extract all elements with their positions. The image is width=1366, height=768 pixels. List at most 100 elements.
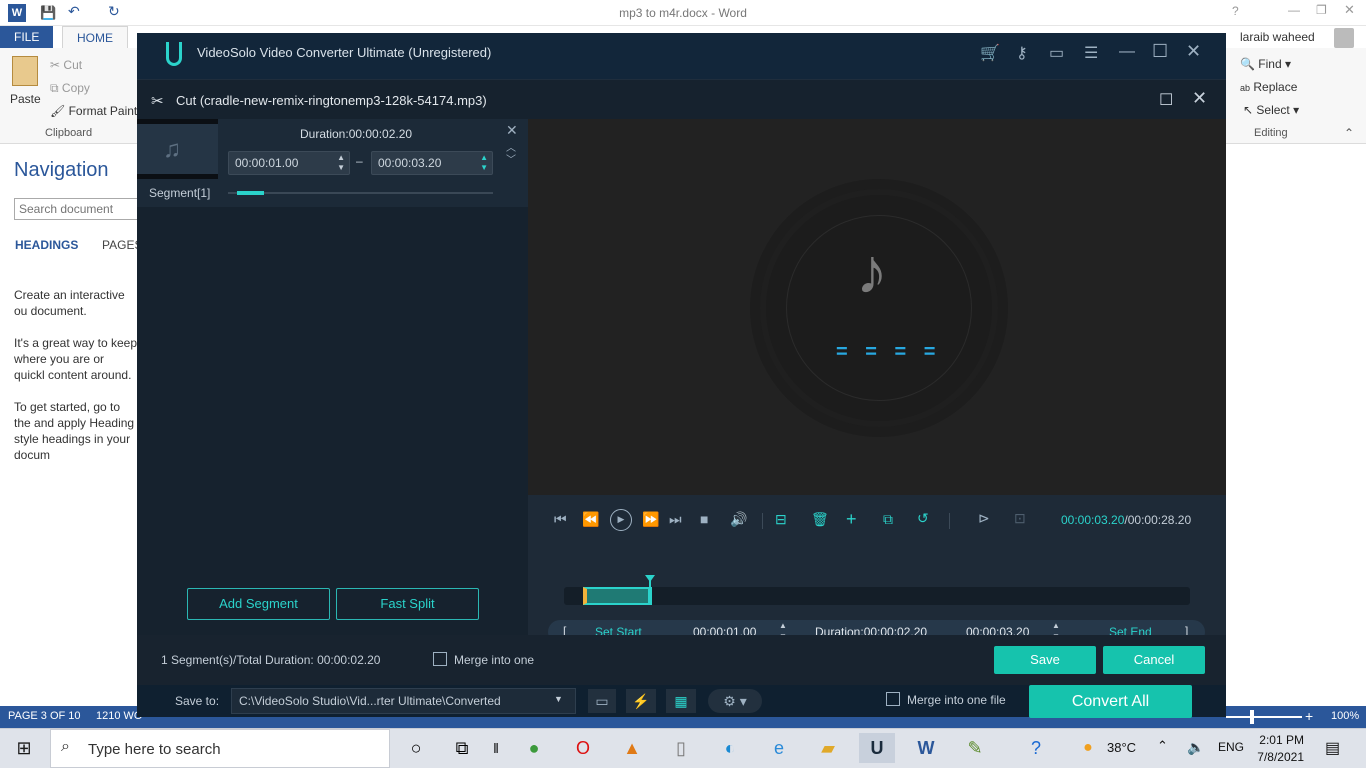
merge-checkbox[interactable]: [433, 652, 447, 666]
segment-item[interactable]: ♫ Segment[1] Duration:00:00:02.20 ✕ ︿ ﹀ …: [137, 119, 528, 207]
word-minimize-icon[interactable]: —: [1288, 3, 1300, 17]
move-down-icon[interactable]: ﹀: [506, 151, 516, 166]
format-painter-button[interactable]: 🖌 Format Paint: [50, 104, 137, 118]
dialog-close-icon[interactable]: ✕: [1192, 88, 1207, 109]
edge-icon[interactable]: ◐: [712, 733, 748, 763]
timeline-track[interactable]: [564, 575, 1190, 605]
word-close-icon[interactable]: ✕: [1344, 2, 1355, 18]
segment-progress-track: [228, 191, 493, 195]
playhead[interactable]: [644, 575, 655, 603]
volume-icon[interactable]: 🔊: [730, 511, 747, 528]
search-document-input[interactable]: [14, 198, 144, 220]
temperature[interactable]: 38°C: [1107, 740, 1136, 755]
decrement-icon[interactable]: ▼: [337, 157, 345, 179]
play-icon[interactable]: ▶: [610, 509, 632, 531]
fast-forward-icon[interactable]: ⏩: [642, 511, 659, 528]
key-icon[interactable]: ⚷: [1016, 43, 1028, 63]
app-green-icon[interactable]: ●: [516, 733, 552, 763]
menu-icon[interactable]: ☰: [1084, 43, 1098, 63]
close-icon[interactable]: ✕: [1186, 41, 1201, 62]
fast-split-button[interactable]: Fast Split: [336, 588, 479, 620]
word-taskbar-icon[interactable]: W: [908, 733, 944, 763]
ie-icon[interactable]: e: [761, 733, 797, 763]
zoom-slider[interactable]: [1226, 716, 1302, 718]
word-count[interactable]: 1210 WO: [96, 710, 142, 722]
zoom-level[interactable]: 100%: [1331, 710, 1359, 722]
cortana-icon[interactable]: ○: [398, 733, 434, 763]
decrement-icon[interactable]: ▼: [480, 157, 488, 179]
copy-icon[interactable]: ⧉: [883, 511, 893, 528]
hardware-acceleration-on-icon[interactable]: ▦: [666, 689, 696, 713]
skip-end-icon[interactable]: ⏭: [669, 511, 682, 528]
zoom-slider-thumb[interactable]: [1250, 710, 1254, 724]
clock-date[interactable]: 7/8/2021: [1253, 750, 1304, 764]
frame-icon[interactable]: ⊡: [1014, 510, 1026, 527]
windows-start-icon[interactable]: ⊞: [6, 733, 42, 763]
save-button[interactable]: Save: [994, 646, 1096, 674]
segment-duration: Duration:00:00:02.20: [300, 127, 413, 141]
tab-file[interactable]: FILE: [0, 26, 54, 48]
convert-all-button[interactable]: Convert All: [1029, 685, 1192, 718]
videosolo-taskbar-icon[interactable]: U: [859, 733, 895, 763]
merge-file-checkbox[interactable]: [886, 692, 900, 706]
matlab-icon[interactable]: ▲: [614, 733, 650, 763]
avatar[interactable]: [1334, 28, 1354, 48]
language-indicator[interactable]: ENG: [1218, 740, 1244, 754]
add-icon[interactable]: +: [846, 509, 857, 530]
add-segment-button[interactable]: Add Segment: [187, 588, 330, 620]
segment-start-stepper[interactable]: 00:00:01.00 ▲ ▼: [228, 151, 350, 175]
notifications-icon[interactable]: ▤: [1325, 738, 1340, 758]
minimize-icon[interactable]: —: [1119, 43, 1135, 61]
preview-segment-icon[interactable]: ⊳: [978, 510, 990, 527]
clock-time[interactable]: 2:01 PM: [1258, 733, 1304, 747]
help-icon[interactable]: ?: [1232, 4, 1239, 18]
chevron-down-icon[interactable]: ▼: [554, 694, 563, 704]
help-app-icon[interactable]: ?: [1018, 733, 1054, 763]
select-button[interactable]: ↖ Select ▾: [1243, 103, 1299, 117]
collapse-ribbon-icon[interactable]: ⌃: [1344, 126, 1354, 140]
split-icon[interactable]: ⊟: [775, 511, 787, 528]
dialog-maximize-icon[interactable]: ☐: [1159, 90, 1173, 110]
paste-icon[interactable]: [12, 56, 38, 86]
segment-label: Segment[1]: [149, 186, 211, 200]
page-count[interactable]: PAGE 3 OF 10: [8, 710, 81, 722]
paste-button[interactable]: Paste: [10, 92, 41, 106]
file-icon[interactable]: ▯: [663, 733, 699, 763]
cancel-button[interactable]: Cancel: [1103, 646, 1205, 674]
tab-home[interactable]: HOME: [62, 26, 128, 48]
volume-icon[interactable]: 🔈: [1187, 739, 1204, 756]
word-document-title: mp3 to m4r.docx - Word: [619, 6, 747, 20]
user-name[interactable]: laraib waheed: [1240, 30, 1315, 44]
taskbar-search[interactable]: ⌕ Type here to search: [50, 729, 390, 768]
find-button[interactable]: 🔍 Find ▾: [1240, 57, 1291, 71]
skip-start-icon[interactable]: ⏮: [554, 511, 567, 528]
zoom-in-icon[interactable]: +: [1305, 708, 1313, 724]
copy-button[interactable]: ⧉ Copy: [50, 81, 90, 96]
folder-icon[interactable]: ▭: [588, 689, 616, 713]
gpu-acceleration-off-icon[interactable]: ⚡: [626, 689, 656, 713]
tab-headings[interactable]: HEADINGS: [15, 238, 78, 252]
settings-gear-icon[interactable]: ⚙ ▾: [708, 689, 762, 713]
opera-icon[interactable]: O: [565, 733, 601, 763]
rewind-icon[interactable]: ⏪: [582, 511, 599, 528]
stop-icon[interactable]: ■: [700, 511, 708, 527]
task-view-icon[interactable]: ⧉: [444, 733, 480, 763]
replace-button[interactable]: ab Replace: [1240, 80, 1297, 94]
save-path-field[interactable]: C:\VideoSolo Studio\Vid...rter Ultimate\…: [231, 688, 576, 714]
navigation-pane: Navigation HEADINGS PAGES Create an inte…: [0, 145, 144, 705]
feedback-icon[interactable]: ▭: [1049, 43, 1064, 63]
file-explorer-icon[interactable]: ▰: [810, 733, 846, 763]
cut-button[interactable]: ✂ Cut: [50, 58, 82, 72]
delete-icon[interactable]: 🗑: [811, 511, 829, 528]
pinned-app-icon[interactable]: ‖: [478, 733, 514, 763]
timeline-selection[interactable]: [582, 587, 652, 605]
reset-icon[interactable]: ↺: [917, 510, 929, 527]
delete-segment-icon[interactable]: ✕: [506, 122, 518, 139]
chevron-up-icon[interactable]: ⌃: [1157, 738, 1168, 754]
paint-icon[interactable]: ✎: [957, 733, 993, 763]
maximize-icon[interactable]: ☐: [1152, 41, 1168, 62]
segment-end-stepper[interactable]: 00:00:03.20 ▲ ▼: [371, 151, 493, 175]
word-restore-icon[interactable]: ❐: [1316, 3, 1327, 17]
cart-icon[interactable]: 🛒: [980, 43, 1000, 63]
save-bar: Save to: C:\VideoSolo Studio\Vid...rter …: [137, 685, 1226, 718]
